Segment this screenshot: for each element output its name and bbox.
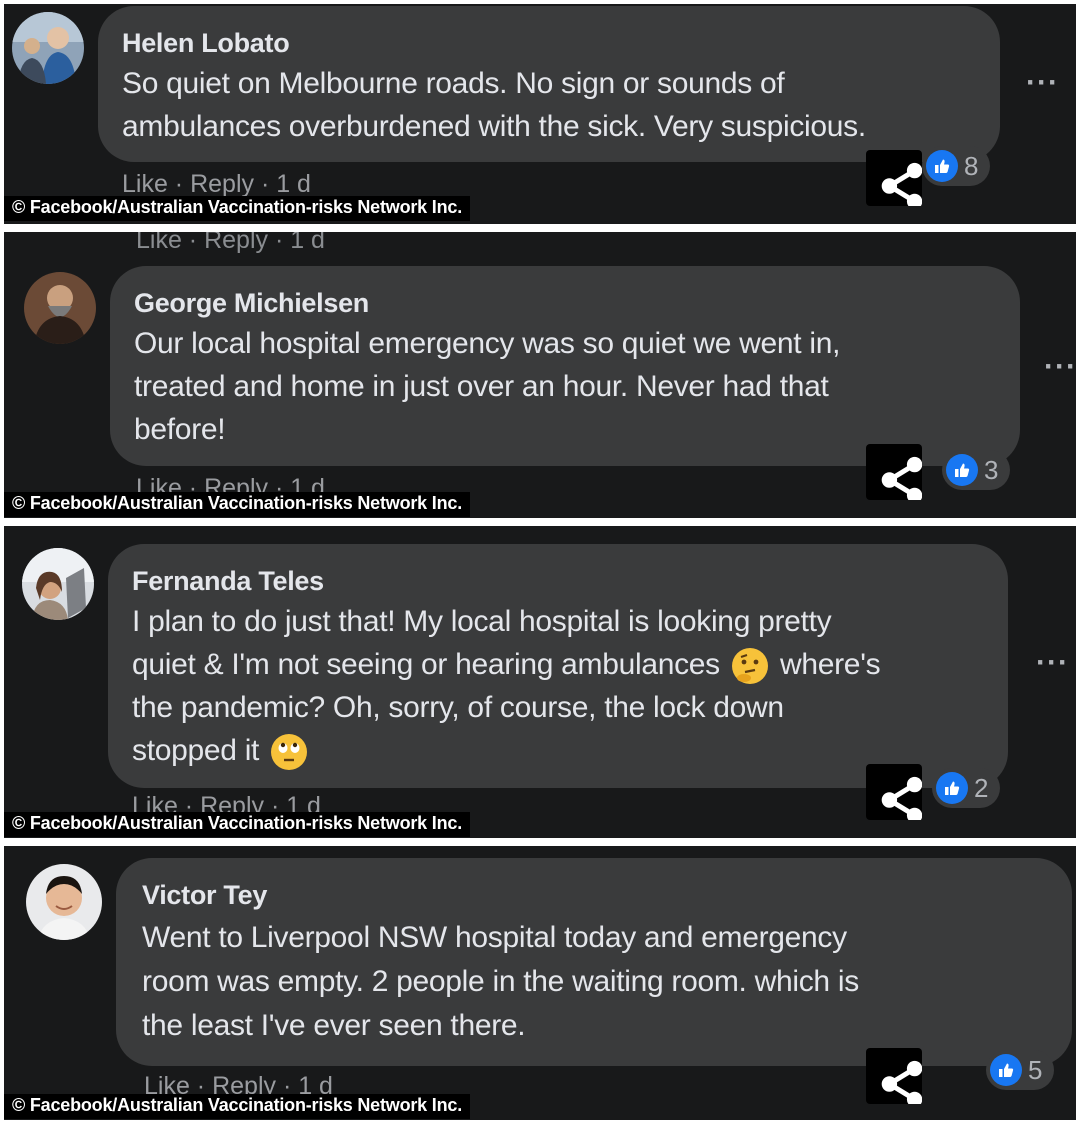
comment-text-fragment: stopped it (132, 734, 260, 767)
thumbs-up-icon (936, 772, 968, 804)
comment-text-line: quiet & I'm not seeing or hearing ambula… (132, 643, 881, 686)
photo-credit: © Facebook/Australian Vaccination-risks … (4, 1094, 471, 1119)
avatar[interactable] (12, 12, 84, 84)
comment-text-line: the pandemic? Oh, sorry, of course, the … (132, 691, 784, 724)
comment-bubble: Victor Tey Went to Liverpool NSW hospita… (116, 858, 1072, 1066)
comment-text-line: I plan to do just that! My local hospita… (132, 605, 832, 638)
share-icon[interactable] (866, 150, 922, 206)
share-icon[interactable] (866, 764, 922, 820)
comment-text-line: stopped it (132, 729, 311, 772)
reaction-count[interactable]: 5 (986, 1050, 1055, 1090)
comment-text-fragment: quiet & I'm not seeing or hearing ambula… (132, 648, 720, 681)
reaction-count[interactable]: 3 (942, 450, 1011, 490)
comment-panel-3: Fernanda Teles I plan to do just that! M… (4, 526, 1076, 838)
thinking-face-emoji (731, 648, 768, 685)
avatar[interactable] (26, 864, 102, 940)
comment-bubble: George Michielsen Our local hospital eme… (110, 266, 1020, 466)
photo-credit: © Facebook/Australian Vaccination-risks … (4, 812, 471, 837)
comment-text-line: So quiet on Melbourne roads. No sign or … (122, 67, 785, 100)
commenter-name[interactable]: George Michielsen (134, 288, 369, 319)
comment-text-line: treated and home in just over an hour. N… (134, 370, 829, 403)
rolling-eyes-emoji (271, 734, 308, 771)
share-icon[interactable] (866, 444, 922, 500)
comment-text-line: ambulances overburdened with the sick. V… (122, 110, 866, 143)
photo-credit: © Facebook/Australian Vaccination-risks … (4, 196, 471, 221)
thumbs-up-icon (926, 150, 958, 182)
more-options-icon[interactable]: ··· (1036, 646, 1069, 680)
like-count: 2 (974, 772, 989, 803)
reaction-count[interactable]: 8 (922, 146, 991, 186)
comment-panel-4: Victor Tey Went to Liverpool NSW hospita… (4, 846, 1076, 1120)
more-options-icon[interactable]: ··· (1044, 350, 1076, 384)
commenter-name[interactable]: Victor Tey (142, 880, 267, 911)
comment-text-line: the least I've ever seen there. (142, 1009, 526, 1042)
share-icon[interactable] (866, 1048, 922, 1104)
photo-credit: © Facebook/Australian Vaccination-risks … (4, 492, 471, 517)
comment-panel-2: Like · Reply · 1 d George Michielsen Our… (4, 232, 1076, 518)
thumbs-up-icon (990, 1054, 1022, 1086)
comment-text-line: room was empty. 2 people in the waiting … (142, 965, 859, 998)
more-options-icon[interactable]: ··· (1026, 66, 1059, 100)
comment-bubble: Fernanda Teles I plan to do just that! M… (108, 544, 1008, 788)
comment-text-line: Went to Liverpool NSW hospital today and… (142, 921, 847, 954)
previous-comment-actions[interactable]: Like · Reply · 1 d (136, 232, 325, 255)
reaction-count[interactable]: 2 (932, 768, 1001, 808)
commenter-name[interactable]: Helen Lobato (122, 28, 290, 59)
avatar[interactable] (24, 272, 96, 344)
like-count: 5 (1028, 1054, 1043, 1085)
comment-bubble: Helen Lobato So quiet on Melbourne roads… (98, 6, 1000, 162)
comment-text-line: before! (134, 413, 226, 446)
commenter-name[interactable]: Fernanda Teles (132, 566, 324, 597)
like-count: 3 (984, 454, 999, 485)
avatar[interactable] (22, 548, 94, 620)
comment-actions[interactable]: Like · Reply · 1 d (122, 170, 311, 199)
comment-text-line: Our local hospital emergency was so quie… (134, 327, 841, 360)
comment-panel-1: Helen Lobato So quiet on Melbourne roads… (4, 4, 1076, 224)
like-count: 8 (964, 150, 979, 181)
comment-text-fragment: where's (779, 648, 881, 681)
thumbs-up-icon (946, 454, 978, 486)
